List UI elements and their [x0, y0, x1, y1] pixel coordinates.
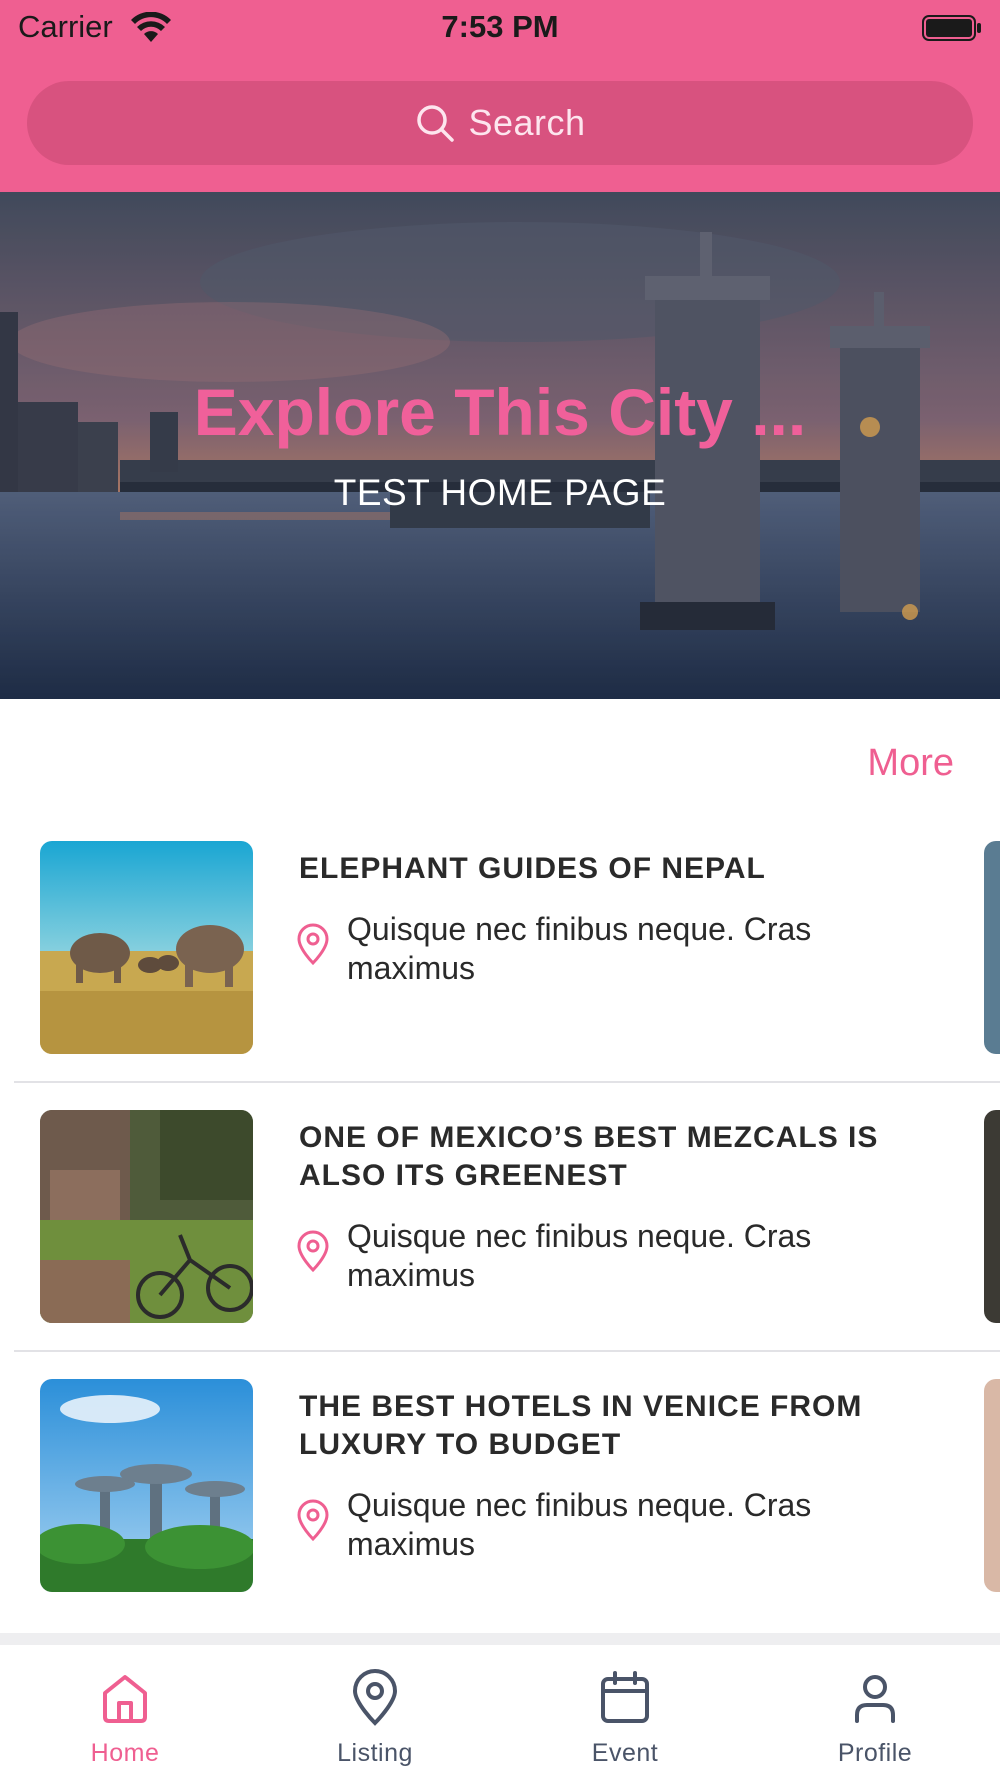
next-card-peek[interactable] — [984, 1379, 1000, 1592]
home-icon — [103, 1675, 147, 1723]
item-thumbnail — [40, 841, 253, 1054]
divider — [14, 1081, 1000, 1083]
hero-title: Explore This City ... — [193, 375, 807, 449]
more-link[interactable]: More — [867, 742, 954, 785]
tab-bar: Home Listing Event Profile — [0, 1633, 1000, 1778]
tab-home[interactable]: Home — [0, 1667, 250, 1768]
item-location-text: Quisque nec finibus neque. Cras maximus — [347, 1218, 812, 1293]
tab-label: Event — [591, 1739, 659, 1767]
location-pin-icon — [297, 1499, 329, 1542]
location-pin-icon — [297, 1230, 329, 1273]
next-card-peek[interactable] — [984, 841, 1000, 1054]
tab-listing[interactable]: Listing — [250, 1667, 500, 1768]
tab-label: Listing — [337, 1739, 413, 1767]
user-icon — [855, 1675, 895, 1723]
app-header: Carrier 7:53 PM Search — [0, 0, 1000, 192]
battery-icon — [922, 15, 981, 41]
list-item[interactable]: ELEPHANT GUIDES OF NEPAL Quisque nec fin… — [0, 841, 1000, 1109]
tab-event[interactable]: Event — [500, 1667, 750, 1768]
tab-label: Profile — [837, 1739, 913, 1767]
item-location-text: Quisque nec finibus neque. Cras maximus — [347, 911, 812, 986]
tab-label: Home — [90, 1739, 160, 1767]
map-pin-icon — [352, 1669, 398, 1726]
calendar-icon — [601, 1671, 649, 1723]
status-time: 7:53 PM — [441, 9, 559, 44]
search-bar[interactable]: Search — [27, 81, 973, 165]
divider — [14, 1350, 1000, 1352]
search-icon — [417, 105, 455, 142]
hero-subtitle: TEST HOME PAGE — [333, 472, 667, 513]
elephant-photo — [40, 841, 253, 1054]
item-title: ELEPHANT GUIDES OF NEPAL — [299, 852, 766, 885]
item-thumbnail — [40, 1379, 253, 1592]
hero-banner: Explore This City ... TEST HOME PAGE — [0, 192, 1000, 699]
item-location-text: Quisque nec finibus neque. Cras maximus — [347, 1487, 812, 1562]
status-bar: Carrier 7:53 PM — [0, 0, 1000, 56]
item-title: THE BEST HOTELS IN VENICE FROM LUXURY TO… — [299, 1390, 863, 1461]
item-thumbnail — [40, 1110, 253, 1323]
supertree-garden-photo — [40, 1379, 253, 1592]
ruins-bicycle-photo — [40, 1110, 253, 1323]
location-pin-icon — [297, 923, 329, 966]
next-card-peek[interactable] — [984, 1110, 1000, 1323]
list-item[interactable]: THE BEST HOTELS IN VENICE FROM LUXURY TO… — [0, 1379, 1000, 1647]
tab-profile[interactable]: Profile — [750, 1667, 1000, 1768]
item-title: ONE OF MEXICO’S BEST MEZCALS IS ALSO ITS… — [299, 1121, 879, 1192]
list-item[interactable]: ONE OF MEXICO’S BEST MEZCALS IS ALSO ITS… — [0, 1110, 1000, 1378]
search-placeholder: Search — [468, 102, 586, 143]
